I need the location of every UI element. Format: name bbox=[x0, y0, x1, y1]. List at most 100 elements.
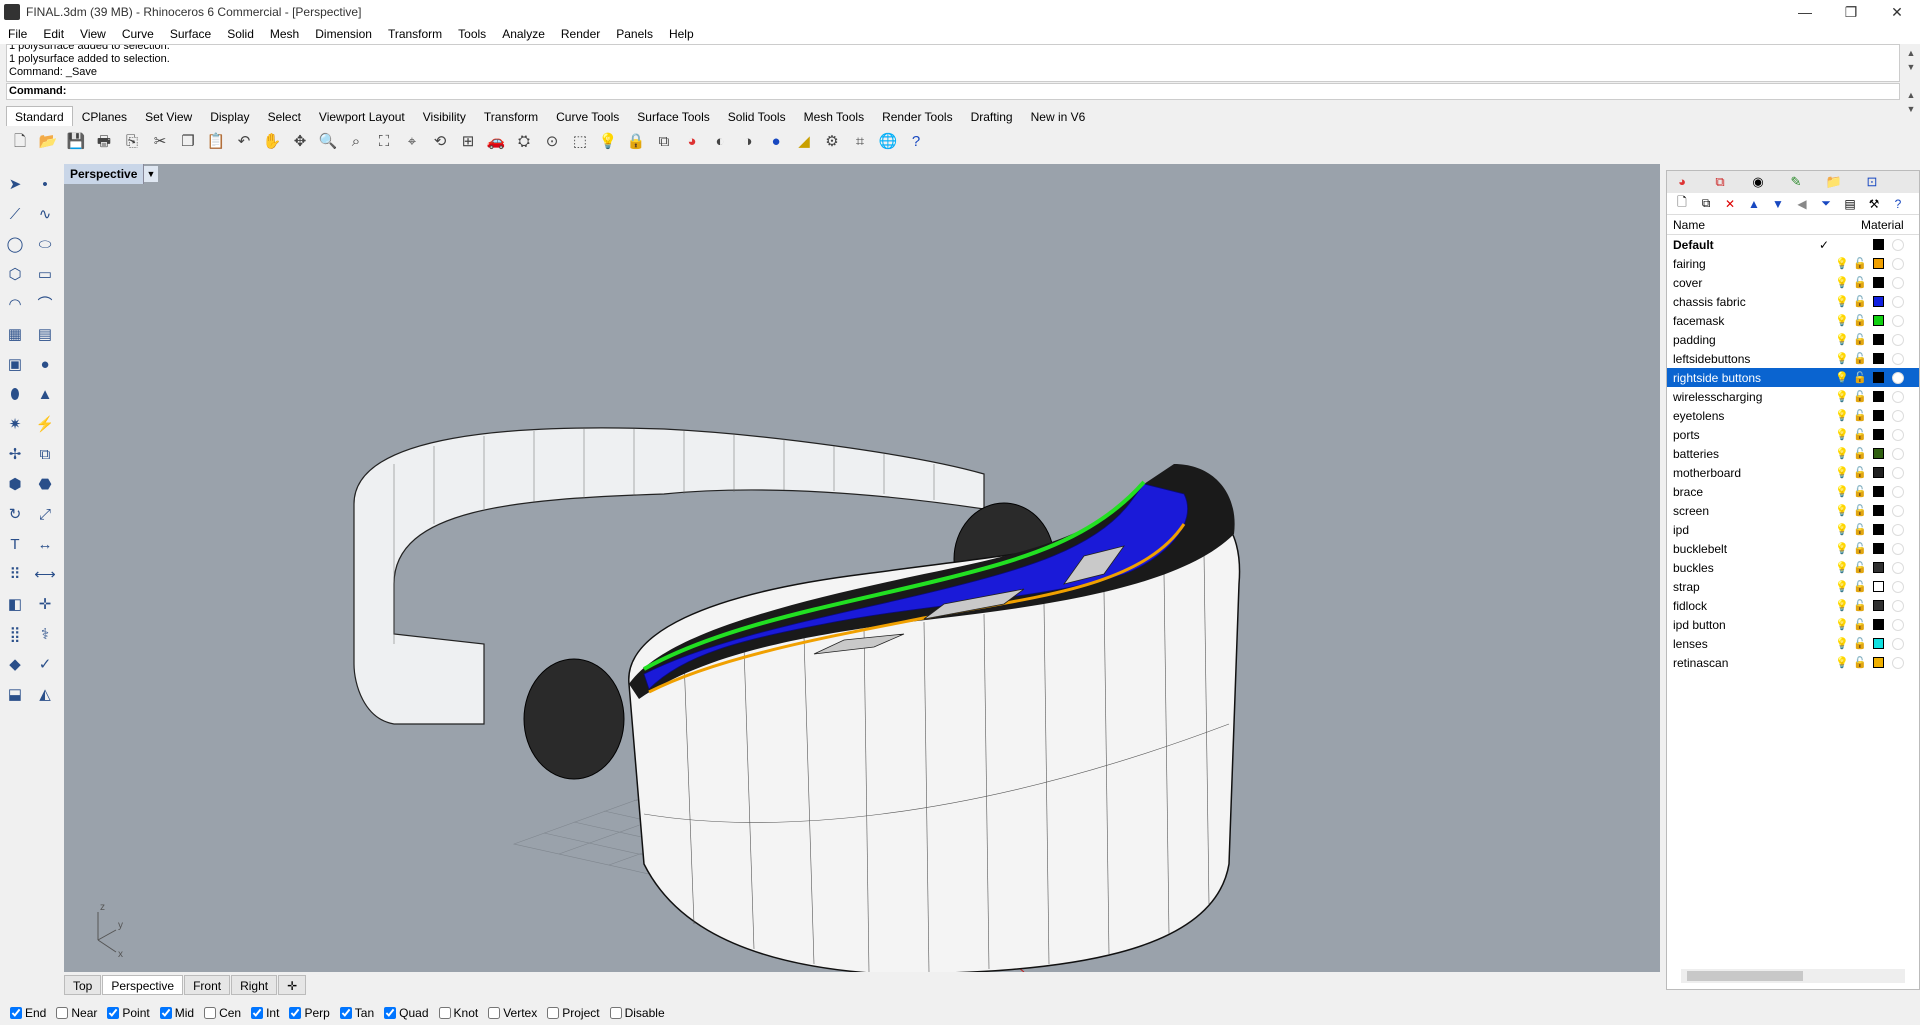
paint-icon[interactable]: ◭ bbox=[32, 682, 58, 708]
menu-transform[interactable]: Transform bbox=[380, 27, 450, 41]
osnap-point[interactable]: Point bbox=[107, 1006, 150, 1020]
menu-render[interactable]: Render bbox=[553, 27, 608, 41]
layer-row[interactable]: eyetolens 💡 🔓 bbox=[1667, 406, 1919, 425]
layer-color-swatch[interactable] bbox=[1873, 334, 1884, 345]
unlock-icon[interactable]: 🔓 bbox=[1851, 561, 1869, 574]
move-up-icon[interactable]: ▲ bbox=[1745, 197, 1763, 211]
layer-row[interactable]: leftsidebuttons 💡 🔓 bbox=[1667, 349, 1919, 368]
tab-display[interactable]: Display bbox=[201, 106, 258, 126]
material-swatch[interactable] bbox=[1892, 447, 1904, 460]
unlock-icon[interactable]: 🔓 bbox=[1851, 599, 1869, 612]
material-swatch[interactable] bbox=[1892, 333, 1904, 346]
osnap-checkbox[interactable] bbox=[289, 1006, 302, 1019]
light-bulb-icon[interactable]: 💡 bbox=[1833, 466, 1851, 479]
point-icon[interactable]: • bbox=[32, 172, 58, 198]
zoom-selected-icon[interactable]: ⌖ bbox=[400, 130, 424, 154]
layer-color-swatch[interactable] bbox=[1873, 581, 1884, 592]
export-icon[interactable]: ⎘ bbox=[120, 130, 144, 154]
tab-transform[interactable]: Transform bbox=[475, 106, 547, 126]
copy-icon[interactable]: ❐ bbox=[176, 130, 200, 154]
layer-color-swatch[interactable] bbox=[1873, 467, 1884, 478]
menu-solid[interactable]: Solid bbox=[219, 27, 262, 41]
select-arrow-icon[interactable]: ➤ bbox=[2, 172, 28, 198]
unlock-icon[interactable]: 🔓 bbox=[1851, 371, 1869, 384]
new-layer-icon[interactable]: 🗋 bbox=[1673, 193, 1691, 214]
group-icon[interactable]: ⬣ bbox=[32, 472, 58, 498]
tab-visibility[interactable]: Visibility bbox=[414, 106, 475, 126]
undo-view-icon[interactable]: ⟲ bbox=[428, 130, 452, 154]
polygon-icon[interactable]: ⬡ bbox=[2, 262, 28, 288]
light-bulb-icon[interactable]: 💡 bbox=[1833, 352, 1851, 365]
light-bulb-icon[interactable]: 💡 bbox=[1833, 314, 1851, 327]
minimize-button[interactable]: — bbox=[1782, 0, 1828, 24]
properties-icon[interactable]: ⌗ bbox=[848, 130, 872, 154]
osnap-checkbox[interactable] bbox=[339, 1006, 352, 1019]
layer-row[interactable]: brace 💡 🔓 bbox=[1667, 482, 1919, 501]
tab-set-view[interactable]: Set View bbox=[136, 106, 201, 126]
rendered-icon[interactable]: ◑ bbox=[736, 130, 760, 154]
grid-array-icon[interactable]: ⣿ bbox=[2, 622, 28, 648]
close-button[interactable]: ✕ bbox=[1874, 0, 1920, 24]
properties-tab-icon[interactable]: ◕ bbox=[1671, 172, 1693, 192]
unlock-icon[interactable]: 🔓 bbox=[1851, 314, 1869, 327]
layer-row[interactable]: Default ✓ bbox=[1667, 235, 1919, 254]
layer-color-swatch[interactable] bbox=[1873, 638, 1884, 649]
layer-color-swatch[interactable] bbox=[1873, 505, 1884, 516]
layer-row[interactable]: fidlock 💡 🔓 bbox=[1667, 596, 1919, 615]
menu-surface[interactable]: Surface bbox=[162, 27, 219, 41]
material-swatch[interactable] bbox=[1892, 637, 1904, 650]
new-sublayer-icon[interactable]: ⧉ bbox=[1697, 196, 1715, 211]
layer-color-swatch[interactable] bbox=[1873, 296, 1884, 307]
material-swatch[interactable] bbox=[1892, 599, 1904, 612]
light-bulb-icon[interactable]: 💡 bbox=[1833, 428, 1851, 441]
new-file-icon[interactable]: 🗋 bbox=[8, 130, 32, 154]
layer-color-swatch[interactable] bbox=[1873, 657, 1884, 668]
layer-color-swatch[interactable] bbox=[1873, 258, 1884, 269]
layer-row[interactable]: chassis fabric 💡 🔓 bbox=[1667, 292, 1919, 311]
layer-row[interactable]: ports 💡 🔓 bbox=[1667, 425, 1919, 444]
fillet-icon[interactable]: ⌒ bbox=[32, 292, 58, 318]
menu-file[interactable]: File bbox=[0, 27, 35, 41]
light-bulb-icon[interactable]: 💡 bbox=[1833, 637, 1851, 650]
material-swatch[interactable] bbox=[1892, 276, 1904, 289]
material-swatch[interactable] bbox=[1892, 352, 1904, 365]
layer-row[interactable]: lenses 💡 🔓 bbox=[1667, 634, 1919, 653]
layer-row[interactable]: motherboard 💡 🔓 bbox=[1667, 463, 1919, 482]
unlock-icon[interactable]: 🔓 bbox=[1851, 485, 1869, 498]
osnap-int[interactable]: Int bbox=[251, 1006, 279, 1020]
light-bulb-icon[interactable]: 💡 bbox=[1833, 333, 1851, 346]
layer-color-swatch[interactable] bbox=[1873, 486, 1884, 497]
osnap-perp[interactable]: Perp bbox=[289, 1006, 330, 1020]
text-icon[interactable]: T bbox=[2, 532, 28, 558]
four-viewports-icon[interactable]: ⊞ bbox=[456, 130, 480, 154]
osnap-vertex[interactable]: Vertex bbox=[488, 1006, 537, 1020]
osnap-checkbox[interactable] bbox=[56, 1006, 69, 1019]
layer-color-swatch[interactable] bbox=[1873, 562, 1884, 573]
set-view-icon[interactable]: ⛭ bbox=[512, 130, 536, 154]
osnap-disable[interactable]: Disable bbox=[609, 1006, 665, 1020]
undo-icon[interactable]: ↶ bbox=[232, 130, 256, 154]
scroll-thumb[interactable] bbox=[1687, 971, 1803, 981]
unlock-icon[interactable]: 🔓 bbox=[1851, 504, 1869, 517]
extrude-icon[interactable]: ▤ bbox=[32, 322, 58, 348]
layer-row[interactable]: retinascan 💡 🔓 bbox=[1667, 653, 1919, 672]
material-swatch[interactable] bbox=[1892, 409, 1904, 422]
horizontal-scrollbar[interactable] bbox=[1681, 969, 1905, 983]
sphere-icon[interactable]: ● bbox=[32, 352, 58, 378]
unlock-icon[interactable]: 🔓 bbox=[1851, 257, 1869, 270]
layer-color-swatch[interactable] bbox=[1873, 372, 1884, 383]
menu-panels[interactable]: Panels bbox=[608, 27, 661, 41]
viewport-title[interactable]: Perspective bbox=[64, 164, 145, 184]
tab-surface-tools[interactable]: Surface Tools bbox=[628, 106, 719, 126]
layer-color-swatch[interactable] bbox=[1873, 600, 1884, 611]
paste-icon[interactable]: 📋 bbox=[204, 130, 228, 154]
osnap-mid[interactable]: Mid bbox=[159, 1006, 194, 1020]
panel-help-icon[interactable]: ? bbox=[1889, 197, 1907, 211]
cube-icon[interactable]: ⬓ bbox=[2, 682, 28, 708]
layer-row[interactable]: strap 💡 🔓 bbox=[1667, 577, 1919, 596]
layer-row[interactable]: ipd 💡 🔓 bbox=[1667, 520, 1919, 539]
save-icon[interactable]: 💾 bbox=[64, 130, 88, 154]
layer-row[interactable]: cover 💡 🔓 bbox=[1667, 273, 1919, 292]
material-swatch[interactable] bbox=[1892, 238, 1904, 251]
unlock-icon[interactable]: 🔓 bbox=[1851, 466, 1869, 479]
